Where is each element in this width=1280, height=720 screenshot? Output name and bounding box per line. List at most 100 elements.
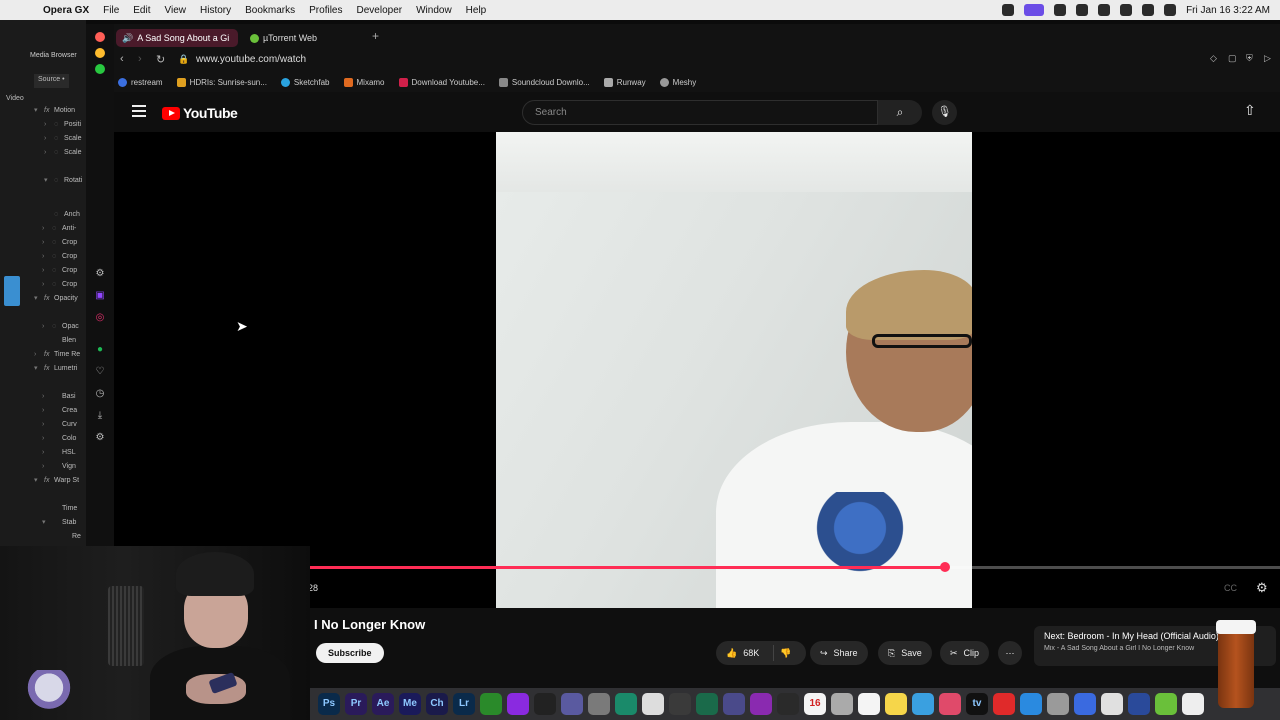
forward-icon[interactable]: › xyxy=(138,53,142,65)
dock-app-icon[interactable] xyxy=(1155,693,1177,715)
menu-file[interactable]: File xyxy=(96,5,126,16)
stopwatch-icon[interactable]: ◌ xyxy=(52,253,62,260)
dock-app-icon[interactable] xyxy=(939,693,961,715)
chevron-right-icon[interactable]: › xyxy=(42,281,52,288)
bookmark-item[interactable]: Soundcloud Downlo... xyxy=(498,77,590,87)
chevron-down-icon[interactable]: ▾ xyxy=(34,294,44,302)
chevron-right-icon[interactable]: › xyxy=(42,449,52,456)
video-frame[interactable] xyxy=(496,132,972,608)
tray-icon[interactable] xyxy=(1002,4,1015,16)
reload-icon[interactable]: ↻ xyxy=(156,53,165,66)
chevron-right-icon[interactable]: › xyxy=(44,121,54,128)
bookmark-item[interactable]: Mixamo xyxy=(343,77,385,87)
vpn-icon[interactable] xyxy=(1054,4,1067,16)
like-button[interactable]: 👍 68K 👎 xyxy=(716,641,806,665)
zoom-window-button[interactable] xyxy=(95,64,105,74)
upload-icon[interactable]: ⇧ xyxy=(1244,102,1256,119)
chevron-right-icon[interactable]: › xyxy=(34,351,44,358)
dock-app-icon[interactable] xyxy=(885,693,907,715)
stopwatch-icon[interactable]: ◌ xyxy=(52,239,62,246)
bookmark-item[interactable]: restream xyxy=(118,77,163,87)
dock-app-icon[interactable] xyxy=(669,693,691,715)
dock-app-icon[interactable] xyxy=(507,693,529,715)
menu-history[interactable]: History xyxy=(193,5,238,16)
chevron-right-icon[interactable]: › xyxy=(42,267,52,274)
dock-app-icon[interactable] xyxy=(615,693,637,715)
chevron-down-icon[interactable]: ▾ xyxy=(34,106,44,114)
download-icon[interactable]: ⤓ xyxy=(94,410,106,422)
dock-app-icon[interactable] xyxy=(1047,693,1069,715)
wifi-icon[interactable] xyxy=(1120,4,1133,16)
source-tab[interactable]: Source • xyxy=(34,74,69,88)
dock-app-icon[interactable]: Ae xyxy=(372,693,394,715)
subscribe-button[interactable]: Subscribe xyxy=(316,643,384,663)
chevron-down-icon[interactable]: ▾ xyxy=(42,518,52,526)
dock-app-icon[interactable]: Ch xyxy=(426,693,448,715)
stopwatch-icon[interactable]: ◌ xyxy=(52,225,62,232)
bookmark-item[interactable]: HDRIs: Sunrise-sun... xyxy=(176,77,267,87)
dock-app-icon[interactable]: Me xyxy=(399,693,421,715)
shield-icon[interactable]: ⛨ xyxy=(1246,53,1253,64)
chevron-down-icon[interactable]: ▾ xyxy=(44,176,54,184)
panel-title[interactable]: Media Browser xyxy=(30,52,77,59)
bookmark-item[interactable]: Sketchfab xyxy=(280,77,330,87)
menu-edit[interactable]: Edit xyxy=(126,5,157,16)
dock-app-icon[interactable] xyxy=(588,693,610,715)
menu-help[interactable]: Help xyxy=(459,5,494,16)
search-button[interactable]: ⌕ xyxy=(878,100,922,125)
chevron-right-icon[interactable]: › xyxy=(44,149,54,156)
stopwatch-icon[interactable]: ◌ xyxy=(52,281,62,288)
dock-app-icon[interactable] xyxy=(1020,693,1042,715)
player-icon[interactable]: ▷ xyxy=(1264,53,1271,64)
folder-icon[interactable] xyxy=(4,276,20,306)
menubar-datetime[interactable]: Fri Jan 16 3:22 AM xyxy=(1186,5,1270,16)
lock-icon[interactable]: 🔒 xyxy=(178,54,189,65)
menu-bookmarks[interactable]: Bookmarks xyxy=(238,5,302,16)
dock-app-icon[interactable]: Pr xyxy=(345,693,367,715)
menu-developer[interactable]: Developer xyxy=(350,5,410,16)
bookmark-item[interactable]: Runway xyxy=(603,77,646,87)
more-actions-button[interactable]: ⋯ xyxy=(998,641,1022,665)
chevron-right-icon[interactable]: › xyxy=(42,435,52,442)
minimize-window-button[interactable] xyxy=(95,48,105,58)
control-center-icon[interactable] xyxy=(1164,4,1177,16)
stopwatch-icon[interactable]: ◌ xyxy=(54,121,64,128)
share-button[interactable]: ↪ Share xyxy=(810,641,868,665)
dock-app-icon[interactable] xyxy=(777,693,799,715)
stopwatch-icon[interactable]: ◌ xyxy=(54,211,64,218)
search-input[interactable]: Search xyxy=(522,100,878,125)
screen-record-icon[interactable] xyxy=(1024,4,1045,16)
eye-icon[interactable] xyxy=(1076,4,1089,16)
new-tab-button[interactable]: + xyxy=(372,29,379,43)
dock-app-icon[interactable] xyxy=(1074,693,1096,715)
chevron-right-icon[interactable]: › xyxy=(42,407,52,414)
dock-app-icon[interactable] xyxy=(723,693,745,715)
stopwatch-icon[interactable]: ◌ xyxy=(54,149,64,156)
chevron-right-icon[interactable]: › xyxy=(42,323,52,330)
dock-app-icon[interactable] xyxy=(993,693,1015,715)
stopwatch-icon[interactable]: ◌ xyxy=(52,323,62,330)
bookmark-item[interactable]: Meshy xyxy=(659,77,696,87)
menu-view[interactable]: View xyxy=(158,5,194,16)
bookmark-item[interactable]: Download Youtube... xyxy=(398,77,485,87)
captions-icon[interactable]: CC xyxy=(1224,583,1237,593)
back-icon[interactable]: ‹ xyxy=(120,53,124,65)
chevron-down-icon[interactable]: ▾ xyxy=(34,476,44,484)
stopwatch-icon[interactable]: ◌ xyxy=(54,177,64,184)
chevron-right-icon[interactable]: › xyxy=(42,421,52,428)
dock-app-icon[interactable]: Lr xyxy=(453,693,475,715)
settings-icon[interactable]: ⚙ xyxy=(94,432,106,444)
search-icon[interactable] xyxy=(1142,4,1155,16)
dock-app-icon[interactable] xyxy=(858,693,880,715)
chevron-down-icon[interactable]: ▾ xyxy=(34,364,44,372)
chevron-right-icon[interactable]: › xyxy=(44,135,54,142)
stopwatch-icon[interactable]: ◌ xyxy=(54,135,64,142)
chevron-right-icon[interactable]: › xyxy=(42,393,52,400)
dock-app-icon[interactable]: 16 xyxy=(804,693,826,715)
chevron-right-icon[interactable]: › xyxy=(42,225,52,232)
chevron-right-icon[interactable]: › xyxy=(42,253,52,260)
dock-app-icon[interactable]: Ps xyxy=(318,693,340,715)
dock-app-icon[interactable] xyxy=(1101,693,1123,715)
url-field[interactable]: www.youtube.com/watch xyxy=(196,54,306,65)
menu-app-name[interactable]: Opera GX xyxy=(36,5,96,16)
